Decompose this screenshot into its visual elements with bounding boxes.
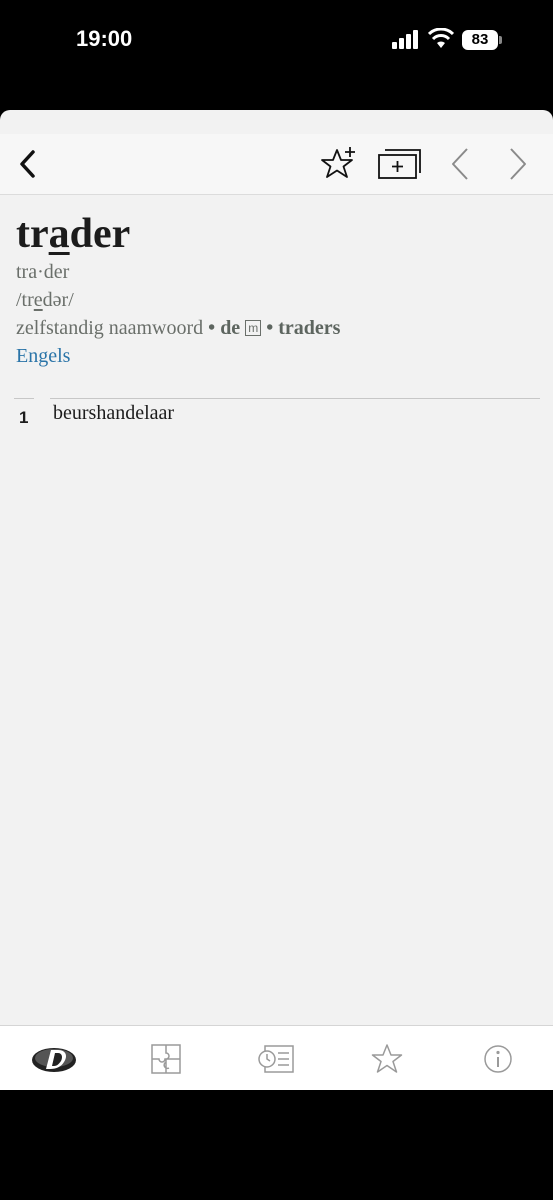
tab-bar <box>0 1025 553 1090</box>
gender-badge: m <box>245 320 262 336</box>
tab-favorites[interactable] <box>357 1026 417 1090</box>
tab-info[interactable] <box>468 1026 528 1090</box>
separator: • <box>203 317 221 339</box>
info-icon <box>484 1044 512 1073</box>
back-button[interactable] <box>10 134 44 194</box>
star-icon <box>371 1043 403 1073</box>
puzzle-icon <box>151 1043 181 1074</box>
tab-history[interactable] <box>246 1026 306 1090</box>
status-bar: 19:00 83 <box>0 0 553 80</box>
battery-level: 83 <box>462 30 498 50</box>
headword-part: tr <box>16 211 49 257</box>
status-time: 19:00 <box>76 26 133 51</box>
previous-entry-button[interactable] <box>442 134 478 194</box>
pron-part: dər/ <box>42 289 74 311</box>
headword-stress: a <box>48 211 70 257</box>
chevron-right-icon <box>510 148 526 180</box>
separator: • <box>261 317 279 339</box>
chevron-left-icon <box>20 150 35 178</box>
sense-number-divider <box>14 398 34 399</box>
chevron-left-icon <box>452 148 468 180</box>
cellular-signal-icon <box>392 30 418 49</box>
headword-part: der <box>69 211 131 257</box>
dictionary-logo-icon <box>32 1047 76 1072</box>
dictionary-entry: trader tra·der /tredər/ zelfstandig naam… <box>16 210 536 370</box>
sense-definition: beurshandelaar <box>53 402 175 424</box>
headword: trader <box>16 210 536 258</box>
next-entry-button[interactable] <box>500 134 536 194</box>
grammar-info: zelfstandig naamwoord • de m • traders <box>16 314 536 342</box>
tab-puzzles[interactable] <box>136 1026 196 1090</box>
battery-tip <box>499 36 502 44</box>
sense-number: 1 <box>19 408 29 427</box>
sense-divider <box>50 398 540 399</box>
star-plus-icon <box>321 147 355 178</box>
plural-form: traders <box>278 317 341 339</box>
pron-stress: e <box>33 289 43 311</box>
article: de <box>220 317 241 339</box>
origin-language-link[interactable]: Engels <box>16 342 536 370</box>
part-of-speech: zelfstandig naamwoord <box>16 317 204 339</box>
add-favorite-button[interactable] <box>316 134 362 194</box>
tab-dictionary[interactable] <box>24 1026 84 1090</box>
syllabification: tra·der <box>16 261 70 283</box>
dictionary-app: trader tra·der /tredər/ zelfstandig naam… <box>0 110 553 1090</box>
history-icon <box>258 1044 294 1073</box>
pronunciation: /tredər/ <box>16 286 536 314</box>
entry-toolbar <box>0 134 553 195</box>
wifi-icon <box>428 28 454 48</box>
add-flashcard-button[interactable] <box>374 134 424 194</box>
card-plus-icon <box>378 149 421 179</box>
pron-part: /tr <box>16 289 34 311</box>
